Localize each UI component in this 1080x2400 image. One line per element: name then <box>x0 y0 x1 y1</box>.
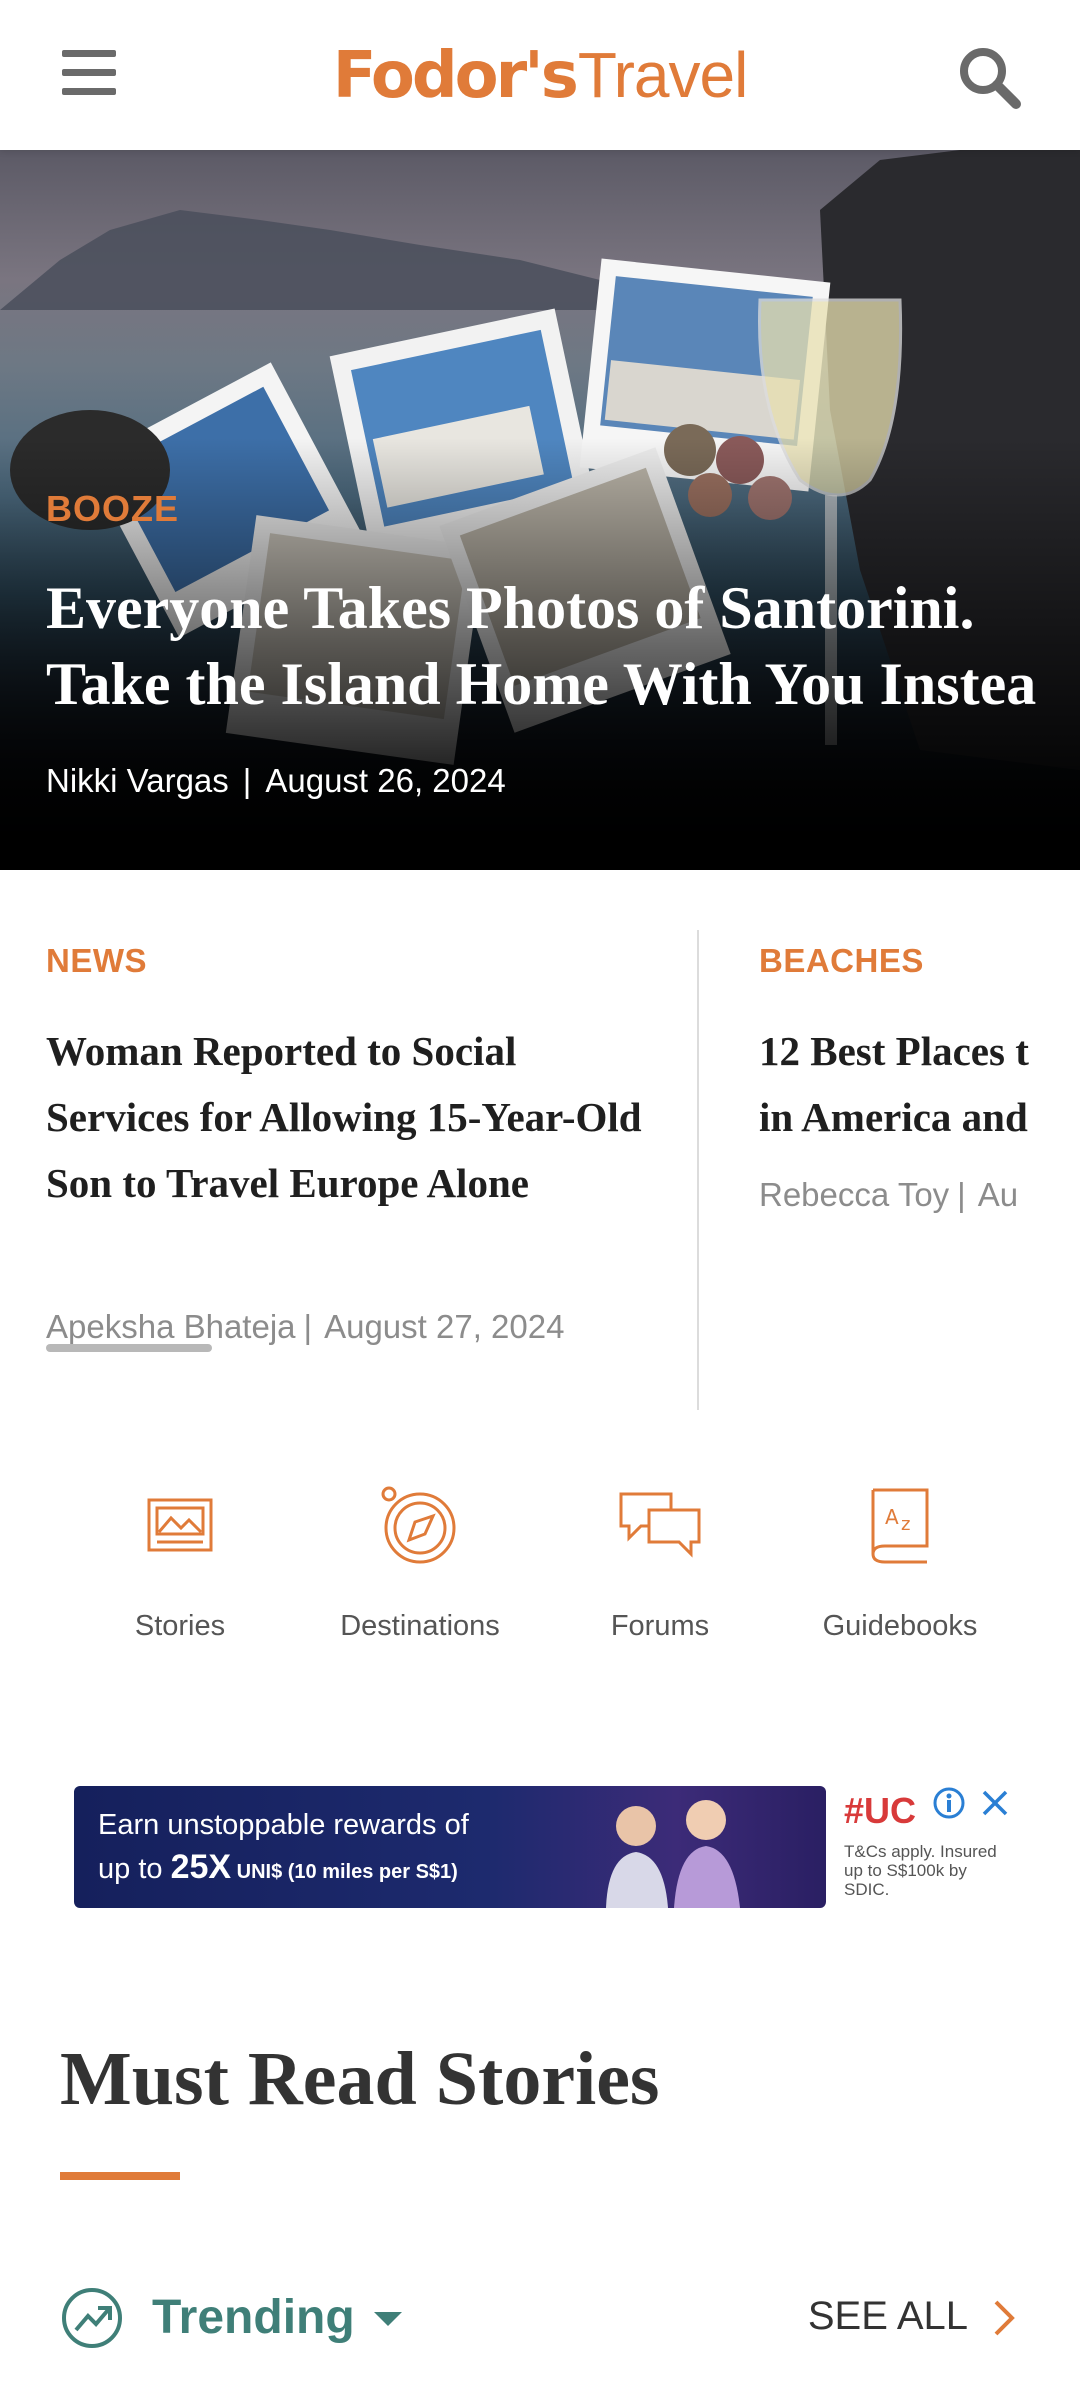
forums-icon <box>619 1492 701 1558</box>
card-divider <box>697 930 699 1410</box>
article-carousel[interactable]: NEWS Woman Reported to Social Services f… <box>0 870 1080 1410</box>
nav-stories[interactable]: Stories <box>60 1480 300 1670</box>
svg-text:A: A <box>885 1505 899 1529</box>
hero-date: August 26, 2024 <box>265 762 506 799</box>
section-underline <box>60 2172 180 2180</box>
hero-article[interactable]: BOOZE Everyone Takes Photos of Santorini… <box>0 150 1080 870</box>
fodors-travel-logo[interactable]: Fodor's Travel <box>332 38 749 113</box>
byline-separator: | <box>303 1308 313 1345</box>
card-date: August 27, 2024 <box>324 1308 565 1345</box>
quick-nav: Stories Destinations Forums A z Guideboo… <box>0 1480 1080 1670</box>
ad-banner[interactable]: Earn unstoppable rewards of up to 25X UN… <box>74 1786 826 1908</box>
hero-author[interactable]: Nikki Vargas <box>46 762 229 799</box>
card-author[interactable]: Apeksha Bhateja <box>46 1308 296 1345</box>
ad-multiplier: 25X <box>170 1848 232 1886</box>
hamburger-menu-icon[interactable] <box>62 50 116 100</box>
card-title-line-1: 12 Best Places t <box>759 1028 1029 1074</box>
ad-line-1: Earn unstoppable rewards of <box>98 1809 469 1841</box>
section-title: Must Read Stories <box>60 2037 660 2121</box>
stories-filter-row: Trending SEE ALL <box>0 2270 1080 2360</box>
hero-title-line-2: Take the Island Home With You Instea <box>46 651 1037 717</box>
nav-label: Forums <box>610 1610 710 1642</box>
hero-byline: Nikki Vargas | August 26, 2024 <box>46 762 506 800</box>
top-app-bar: Fodor's Travel <box>0 0 1080 150</box>
card-title-line-2: in America and <box>759 1094 1028 1140</box>
ad-sidebar: #UC T&Cs apply. Insured up to S$100k by … <box>840 1786 1020 1908</box>
ad-brand-name: UC <box>864 1790 917 1831</box>
card-date: Au <box>977 1176 1019 1213</box>
ad-close-icon[interactable] <box>978 1786 1012 1820</box>
article-card[interactable]: NEWS Woman Reported to Social Services f… <box>46 870 666 1352</box>
byline-separator: | <box>242 762 252 799</box>
see-all-link[interactable]: SEE ALL <box>808 2294 968 2339</box>
trending-dropdown[interactable]: Trending <box>152 2290 355 2345</box>
ad-line-2: up to 25X UNI$ (10 miles per S$1) <box>98 1846 469 1893</box>
hero-title[interactable]: Everyone Takes Photos of Santorini. Take… <box>46 570 1080 722</box>
nav-label: Destinations <box>340 1610 500 1642</box>
trending-icon <box>62 2288 122 2348</box>
ad-brand: #UC <box>844 1790 917 1831</box>
ad-copy: Earn unstoppable rewards of up to 25X UN… <box>98 1804 469 1893</box>
ad-info-icon[interactable] <box>932 1786 966 1820</box>
nav-destinations[interactable]: Destinations <box>300 1480 540 1670</box>
compass-icon <box>381 1486 456 1564</box>
svg-text:z: z <box>901 1514 910 1535</box>
chevron-down-icon[interactable] <box>374 2312 402 2326</box>
nav-forums[interactable]: Forums <box>540 1480 780 1670</box>
hero-category[interactable]: BOOZE <box>46 488 179 530</box>
card-title[interactable]: Woman Reported to Social Services for Al… <box>46 1018 666 1216</box>
ad-rate: UNI$ (10 miles per S$1) <box>231 1861 458 1883</box>
card-byline: Apeksha Bhateja | August 27, 2024 <box>46 1308 564 1346</box>
logo-fodors: Fodor's <box>332 38 579 113</box>
search-icon[interactable] <box>956 44 1022 110</box>
article-card[interactable]: BEACHES 12 Best Places t in America and … <box>759 870 1036 1350</box>
byline-separator: | <box>957 1176 966 1213</box>
card-author[interactable]: Rebecca Toy <box>759 1176 949 1213</box>
nav-guidebooks[interactable]: A z Guidebooks <box>780 1480 1020 1670</box>
hero-title-line-1: Everyone Takes Photos of Santorini. <box>46 575 975 641</box>
card-title[interactable]: 12 Best Places t in America and <box>759 1018 1036 1150</box>
stories-icon <box>147 1498 213 1552</box>
scroll-indicator <box>46 1344 212 1352</box>
ad-terms: T&Cs apply. Insured up to S$100k by SDIC… <box>844 1842 997 1899</box>
card-category[interactable]: BEACHES <box>759 942 924 980</box>
logo-travel: Travel <box>577 38 748 111</box>
card-byline: Rebecca Toy | Au <box>759 1176 1018 1214</box>
nav-label: Stories <box>134 1610 226 1642</box>
ad-line-2-prefix: up to <box>98 1853 171 1885</box>
ad-image <box>606 1800 740 1908</box>
chevron-right-icon[interactable] <box>992 2298 1016 2338</box>
nav-label: Guidebooks <box>822 1610 978 1642</box>
card-category[interactable]: NEWS <box>46 942 147 980</box>
guidebook-icon: A z <box>871 1488 929 1564</box>
